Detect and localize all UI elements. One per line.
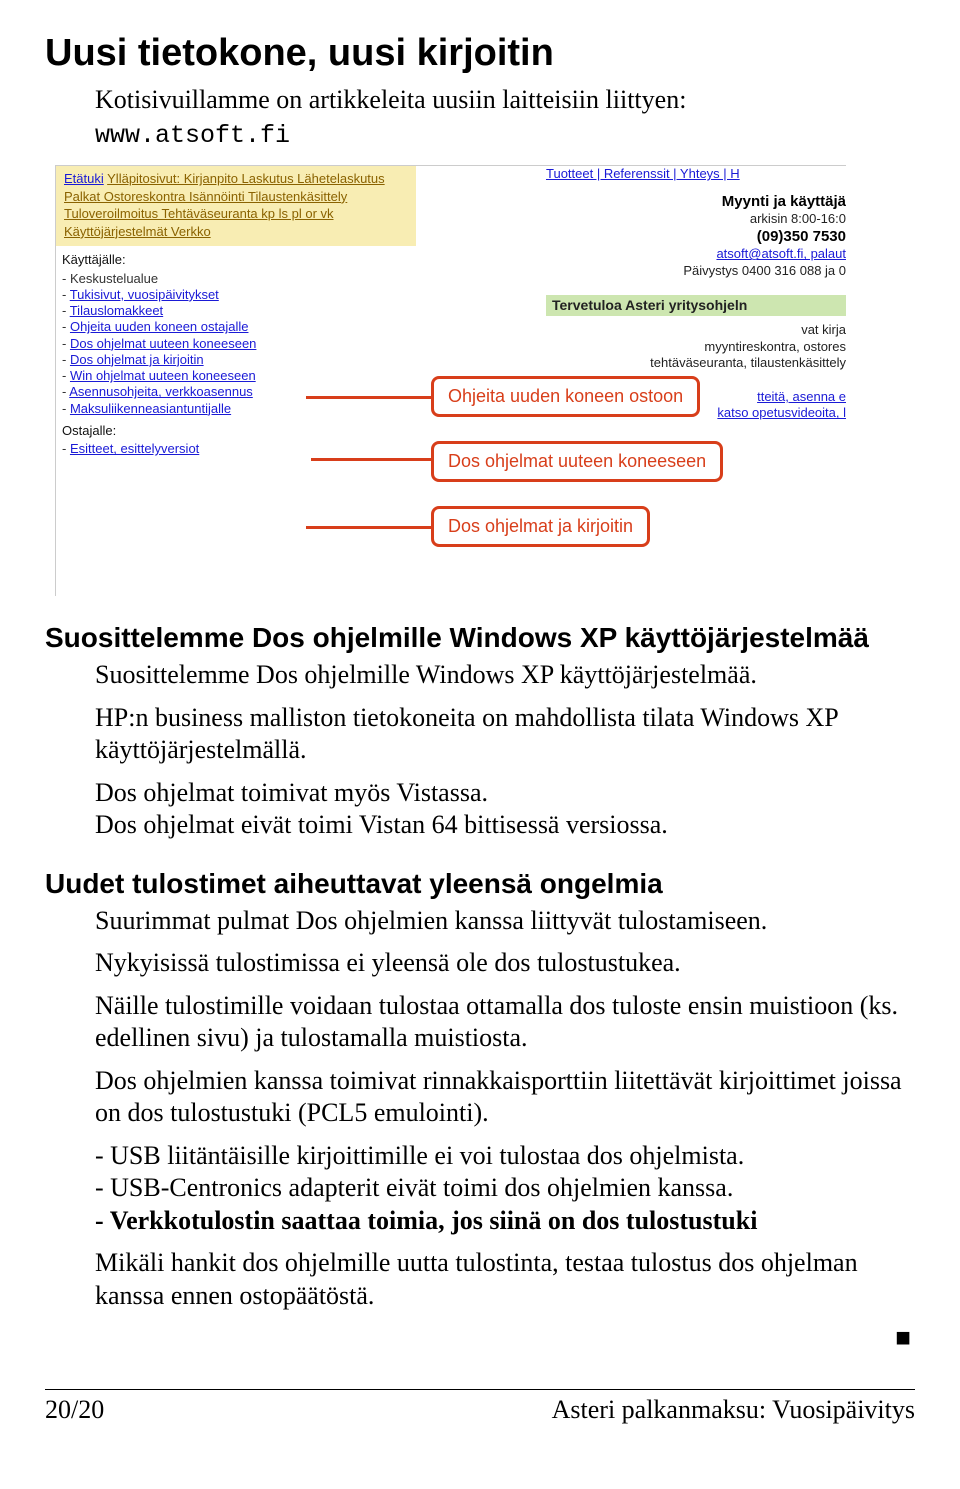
end-mark: ■	[45, 1322, 911, 1355]
website-screenshot: Etätuki Ylläpitosivut: Kirjanpito Laskut…	[55, 165, 846, 596]
list-item[interactable]: Keskustelualue	[70, 271, 158, 286]
paragraph: Dos ohjelmat toimivat myös Vistassa.	[95, 777, 915, 810]
frag-text: vat kirja	[546, 322, 846, 338]
callout-3: Dos ohjelmat ja kirjoitin	[431, 506, 650, 547]
user-link-list: Keskustelualue Tukisivut, vuosipäivityks…	[62, 271, 416, 417]
page-title: Uusi tietokone, uusi kirjoitin	[45, 30, 915, 78]
list-item[interactable]: Tukisivut, vuosipäivitykset	[70, 287, 219, 302]
paragraph: - USB-Centronics adapterit eivät toimi d…	[95, 1172, 915, 1205]
section-heading-2: Uudet tulostimet aiheuttavat yleensä ong…	[45, 866, 915, 901]
paragraph: Dos ohjelmat eivät toimi Vistan 64 bitti…	[95, 809, 915, 842]
sidebar-yellow-nav: Etätuki Ylläpitosivut: Kirjanpito Laskut…	[56, 166, 416, 246]
list-item[interactable]: Asennusohjeita, verkkoasennus	[69, 384, 253, 399]
paragraph: Näille tulostimille voidaan tulostaa ott…	[95, 990, 915, 1055]
list-item[interactable]: Dos ohjelmat uuteen koneeseen	[70, 336, 256, 351]
footer-doc-title: Asteri palkanmaksu: Vuosipäivitys	[552, 1394, 915, 1427]
section-heading-1: Suosittelemme Dos ohjelmille Windows XP …	[45, 620, 915, 655]
callout-1: Ohjeita uuden koneen ostoon	[431, 376, 700, 417]
footer-page-number: 20/20	[45, 1394, 104, 1427]
user-section-header: Käyttäjälle:	[62, 252, 416, 268]
list-item[interactable]: Tilauslomakkeet	[70, 303, 163, 318]
list-item[interactable]: Dos ohjelmat ja kirjoitin	[70, 352, 204, 367]
paragraph: - USB liitäntäisille kirjoittimille ei v…	[95, 1140, 915, 1173]
frag-text: myyntireskontra, ostores	[546, 339, 846, 355]
section-1-body: Suosittelemme Dos ohjelmille Windows XP …	[95, 659, 915, 842]
contact-oncall: Päivystys 0400 316 088 ja 0	[546, 263, 846, 279]
callout-2: Dos ohjelmat uuteen koneeseen	[431, 441, 723, 482]
yellow-nav-links[interactable]: Ylläpitosivut: Kirjanpito Laskutus Lähet…	[64, 171, 385, 239]
contact-heading: Myynti ja käyttäjä	[546, 193, 846, 212]
top-nav[interactable]: Tuotteet | Referenssit | Yhteys | H	[546, 166, 846, 182]
paragraph: Dos ohjelmien kanssa toimivat rinnakkais…	[95, 1065, 915, 1130]
intro-text: Kotisivuillamme on artikkeleita uusiin l…	[95, 84, 915, 117]
paragraph: HP:n business malliston tietokoneita on …	[95, 702, 915, 767]
paragraph: Suosittelemme Dos ohjelmille Windows XP …	[95, 659, 915, 692]
paragraph: Mikäli hankit dos ohjelmille uutta tulos…	[95, 1247, 915, 1312]
welcome-banner: Tervetuloa Asteri yritysohjeln	[546, 295, 846, 317]
frag-link[interactable]: katso opetusvideoita, l	[717, 405, 846, 420]
section-2-body: Suurimmat pulmat Dos ohjelmien kanssa li…	[95, 905, 915, 1313]
paragraph: Suurimmat pulmat Dos ohjelmien kanssa li…	[95, 905, 915, 938]
contact-phone: (09)350 7530	[546, 228, 846, 247]
frag-link[interactable]: tteitä, asenna e	[757, 389, 846, 404]
etatuki-link[interactable]: Etätuki	[64, 171, 104, 186]
contact-email[interactable]: atsoft@atsoft.fi, palaut	[716, 246, 846, 261]
paragraph: Nykyisissä tulostimissa ei yleensä ole d…	[95, 947, 915, 980]
buyer-section-header: Ostajalle:	[62, 423, 416, 439]
list-item[interactable]: Maksuliikenneasiantuntijalle	[70, 401, 231, 416]
list-item[interactable]: Ohjeita uuden koneen ostajalle	[70, 319, 249, 334]
list-item[interactable]: Win ohjelmat uuteen koneeseen	[70, 368, 256, 383]
list-item[interactable]: Esitteet, esittelyversiot	[70, 441, 199, 456]
intro-url: www.atsoft.fi	[95, 120, 915, 151]
frag-text: tehtäväseuranta, tilaustenkäsittely	[546, 355, 846, 371]
paragraph: - Verkkotulostin saattaa toimia, jos sii…	[95, 1205, 915, 1238]
contact-hours: arkisin 8:00-16:0	[546, 211, 846, 227]
page-footer: 20/20 Asteri palkanmaksu: Vuosipäivitys	[45, 1389, 915, 1427]
